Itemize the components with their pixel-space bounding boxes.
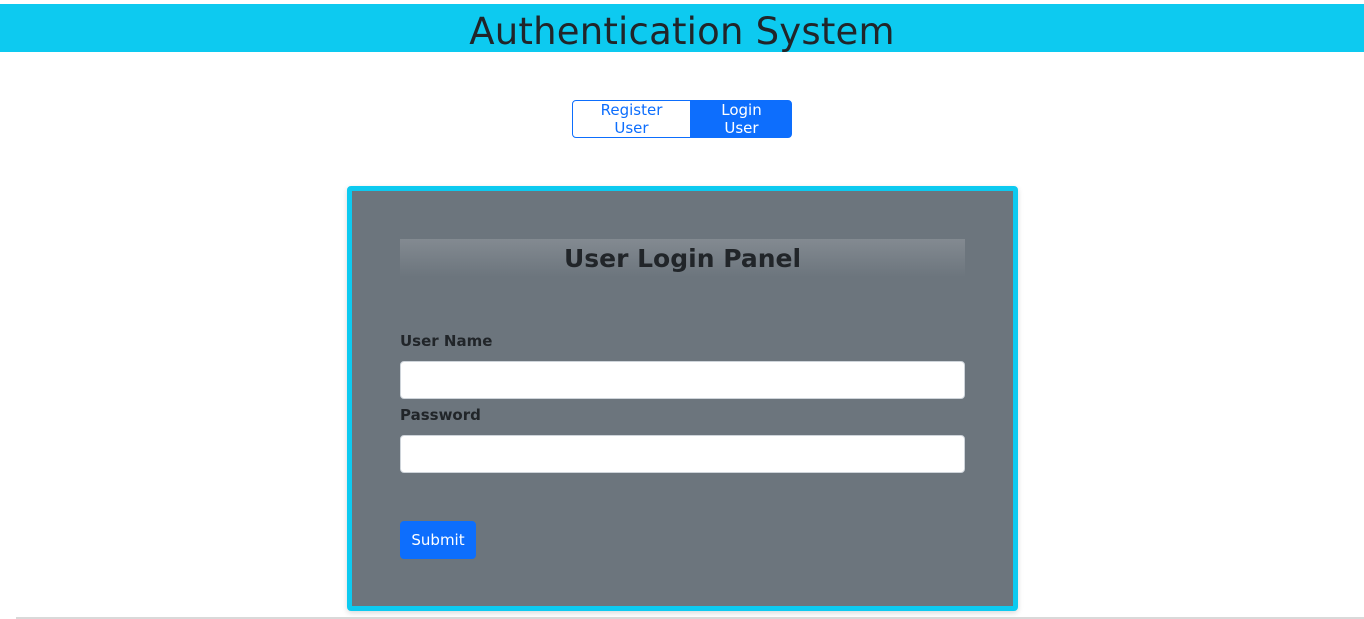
- page: Authentication System Register User Logi…: [0, 0, 1364, 619]
- app-title: Authentication System: [469, 9, 895, 53]
- app-header: Authentication System: [0, 4, 1364, 52]
- login-user-button[interactable]: Login User: [691, 100, 792, 138]
- submit-button[interactable]: Submit: [400, 521, 476, 559]
- password-label: Password: [400, 406, 481, 424]
- login-panel: User Login Panel User Name Password Subm…: [347, 186, 1018, 611]
- username-input[interactable]: [400, 361, 965, 399]
- password-input[interactable]: [400, 435, 965, 473]
- username-label: User Name: [400, 332, 493, 350]
- login-panel-title: User Login Panel: [563, 243, 802, 273]
- register-user-button[interactable]: Register User: [572, 100, 691, 138]
- login-panel-header: User Login Panel: [400, 239, 965, 277]
- auth-mode-toggle: Register User Login User: [572, 100, 792, 138]
